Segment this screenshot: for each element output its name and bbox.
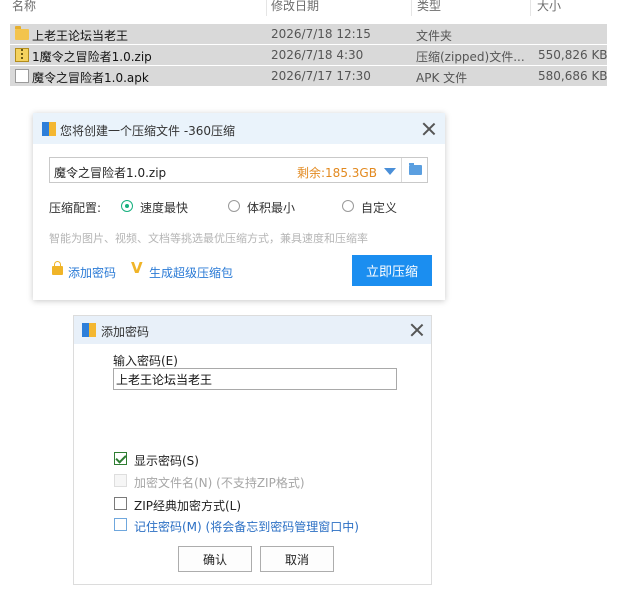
- dialog-titlebar[interactable]: 您将创建一个压缩文件 -360压缩: [33, 113, 445, 144]
- document-icon: [15, 69, 29, 83]
- output-filename-field[interactable]: 魔令之冒险者1.0.zip 剩余:185.3GB: [49, 157, 428, 183]
- remaining-space: 剩余:185.3GB: [297, 166, 377, 180]
- super-compress-link[interactable]: 生成超级压缩包: [149, 264, 233, 281]
- encrypt-filename-label: 加密文件名(N) (不支持ZIP格式): [134, 476, 305, 490]
- file-date: 2026/7/18 4:30: [271, 48, 364, 62]
- password-input[interactable]: [113, 368, 397, 390]
- file-type: 压缩(zipped)文件...: [416, 50, 525, 64]
- radio-fastest[interactable]: [121, 200, 133, 212]
- file-name: 1魔令之冒险者1.0.zip: [32, 50, 152, 64]
- chevron-down-icon[interactable]: [384, 168, 396, 175]
- remember-password-label[interactable]: 记住密码(M) (将会备忘到密码管理窗口中): [134, 518, 359, 535]
- file-explorer-list: 名称 修改日期 类型 大小 上老王论坛当老王 2026/7/18 12:15 文…: [0, 0, 627, 90]
- 360-zip-app-icon: [42, 122, 56, 136]
- file-type: 文件夹: [416, 29, 453, 43]
- compress-dialog: 您将创建一个压缩文件 -360压缩 魔令之冒险者1.0.zip 剩余:185.3…: [33, 113, 445, 300]
- lock-icon[interactable]: [52, 261, 63, 275]
- zip-icon: [15, 48, 29, 62]
- file-date: 2026/7/18 12:15: [271, 27, 371, 41]
- radio-smallest[interactable]: [228, 200, 240, 212]
- output-filename[interactable]: 魔令之冒险者1.0.zip: [54, 164, 166, 181]
- show-password-label[interactable]: 显示密码(S): [134, 452, 199, 469]
- password-label: 输入密码(E): [113, 354, 178, 368]
- column-separator[interactable]: [266, 0, 267, 16]
- encrypt-filename-checkbox[interactable]: [114, 474, 127, 487]
- file-size: 550,826 KB: [538, 48, 608, 62]
- dialog-title: 您将创建一个压缩文件 -360压缩: [60, 124, 236, 138]
- column-separator[interactable]: [411, 0, 412, 16]
- file-name: 魔令之冒险者1.0.apk: [32, 71, 149, 85]
- column-header-date[interactable]: 修改日期: [271, 0, 319, 18]
- radio-smallest-label[interactable]: 体积最小: [247, 199, 295, 216]
- column-header-type[interactable]: 类型: [417, 0, 441, 18]
- file-date: 2026/7/17 17:30: [271, 69, 371, 83]
- close-icon[interactable]: [422, 122, 436, 136]
- file-row[interactable]: 魔令之冒险者1.0.apk 2026/7/17 17:30 APK 文件 580…: [10, 66, 608, 86]
- add-password-dialog: 添加密码 输入密码(E) 显示密码(S) 加密文件名(N) (不支持ZIP格式)…: [73, 315, 432, 585]
- zip-classic-encryption-checkbox[interactable]: [114, 497, 127, 510]
- cancel-button[interactable]: 取消: [260, 546, 334, 572]
- radio-custom[interactable]: [342, 200, 354, 212]
- remember-password-checkbox[interactable]: [114, 518, 127, 531]
- file-row[interactable]: 上老王论坛当老王 2026/7/18 12:15 文件夹: [10, 24, 607, 44]
- radio-custom-label[interactable]: 自定义: [361, 199, 397, 216]
- file-size: 580,686 KB: [538, 69, 608, 83]
- dialog-title: 添加密码: [101, 325, 150, 339]
- add-password-link[interactable]: 添加密码: [68, 264, 116, 281]
- column-header-size[interactable]: 大小: [537, 0, 561, 18]
- column-separator[interactable]: [530, 0, 531, 16]
- radio-fastest-label[interactable]: 速度最快: [140, 199, 188, 216]
- zip-classic-encryption-label[interactable]: ZIP经典加密方式(L): [134, 497, 241, 514]
- 360-zip-app-icon: [82, 323, 96, 337]
- column-header-name[interactable]: 名称: [12, 0, 36, 18]
- compress-now-button[interactable]: 立即压缩: [352, 255, 432, 286]
- dialog-titlebar[interactable]: 添加密码: [74, 316, 431, 344]
- close-icon[interactable]: [410, 323, 424, 337]
- compress-hint: 智能为图片、视频、文档等挑选最优压缩方式，兼具速度和压缩率: [49, 232, 368, 245]
- file-type: APK 文件: [416, 71, 468, 85]
- ok-button[interactable]: 确认: [178, 546, 252, 572]
- folder-icon: [15, 26, 29, 40]
- file-row[interactable]: 1魔令之冒险者1.0.zip 2026/7/18 4:30 压缩(zipped)…: [10, 45, 608, 65]
- show-password-checkbox[interactable]: [114, 452, 127, 465]
- divider: [401, 158, 402, 182]
- vip-v-icon[interactable]: V: [131, 259, 143, 277]
- browse-folder-icon[interactable]: [409, 163, 422, 175]
- file-name: 上老王论坛当老王: [32, 29, 129, 43]
- compress-config-label: 压缩配置:: [49, 201, 102, 215]
